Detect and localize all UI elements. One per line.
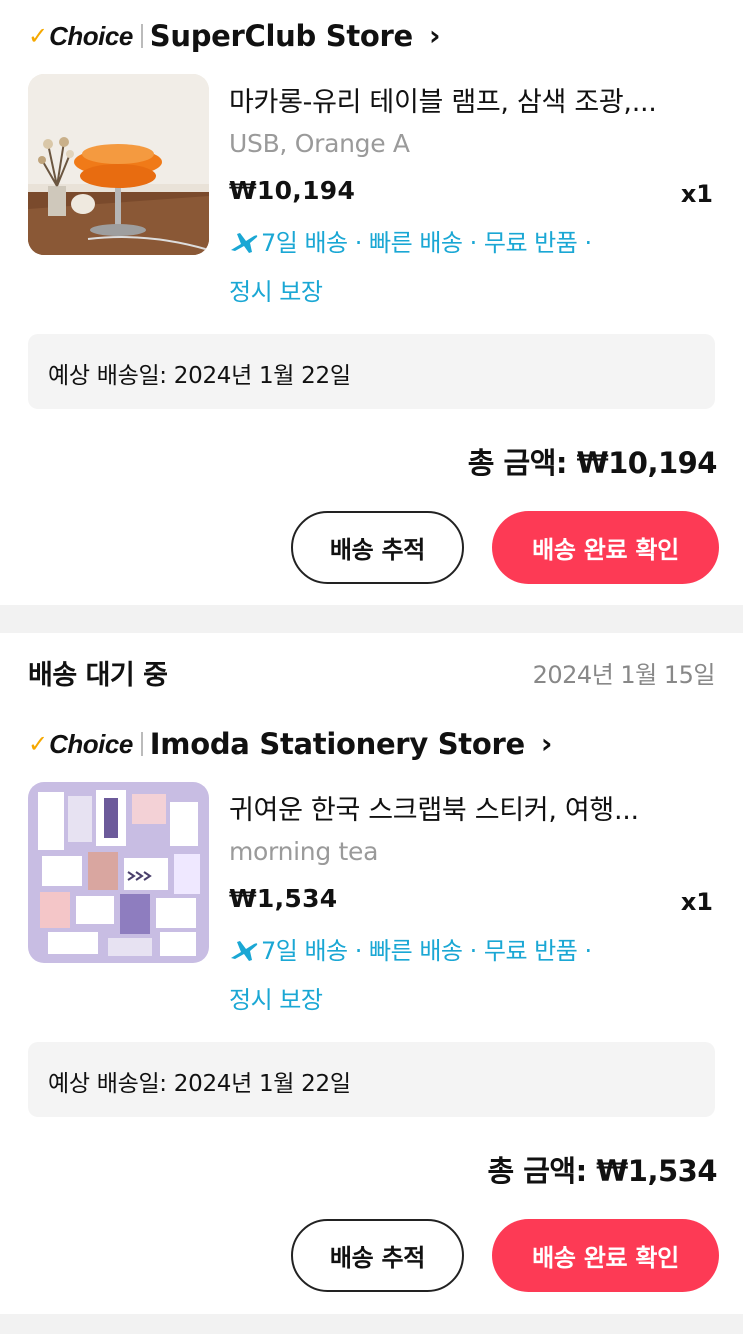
lamp-product-image bbox=[28, 74, 209, 255]
product-quantity: x1 bbox=[680, 180, 713, 208]
product-image[interactable] bbox=[28, 782, 209, 963]
choice-badge: ✓ Choice bbox=[28, 724, 133, 764]
product-title[interactable]: 마카롱-유리 테이블 램프, 삼색 조광,... bbox=[229, 80, 717, 119]
total-value: ₩10,194 bbox=[576, 446, 718, 480]
stickers-product-image bbox=[28, 782, 209, 963]
order-total: 총 금액: ₩1,534 bbox=[487, 1148, 717, 1190]
store-name: Imoda Stationery Store bbox=[149, 727, 525, 761]
total-label: 총 금액: bbox=[467, 446, 568, 480]
eta-box: 예상 배송일: 2024년 1월 22일 bbox=[28, 334, 715, 409]
total-label: 총 금액: bbox=[487, 1154, 587, 1188]
product-variant: morning tea bbox=[229, 837, 379, 866]
choice-label: Choice bbox=[49, 728, 133, 759]
order-card: 배송 대기 중 2024년 1월 15일 ✓ Choice Imoda Stat… bbox=[0, 633, 743, 1314]
divider bbox=[140, 732, 143, 756]
track-shipment-button[interactable]: 배송 추적 bbox=[291, 511, 464, 584]
shipping-text: 7일 배송 · 빠른 배송 · 무료 반품 · bbox=[261, 229, 592, 257]
eta-text: 예상 배송일: 2024년 1월 22일 bbox=[48, 1071, 351, 1097]
eta-text: 예상 배송일: 2024년 1월 22일 bbox=[48, 363, 351, 389]
choice-badge: ✓ Choice bbox=[28, 16, 133, 56]
airplane-icon bbox=[231, 940, 258, 961]
order-total: 총 금액: ₩10,194 bbox=[467, 440, 718, 482]
order-date: 2024년 1월 15일 bbox=[532, 661, 716, 689]
total-value: ₩1,534 bbox=[596, 1154, 717, 1188]
shipping-text: 7일 배송 · 빠른 배송 · 무료 반품 · bbox=[261, 937, 592, 965]
on-time-guarantee: 정시 보장 bbox=[229, 986, 323, 1014]
check-icon: ✓ bbox=[28, 22, 49, 50]
store-link[interactable]: ✓ Choice Imoda Stationery Store › bbox=[28, 724, 552, 764]
choice-label: Choice bbox=[49, 20, 133, 51]
product-price: ₩1,534 bbox=[229, 884, 338, 913]
order-status: 배송 대기 중 bbox=[28, 660, 168, 691]
product-quantity: x1 bbox=[680, 888, 713, 916]
order-header: 배송 대기 중 2024년 1월 15일 bbox=[28, 651, 716, 691]
product-variant: USB, Orange A bbox=[229, 129, 410, 158]
track-shipment-button[interactable]: 배송 추적 bbox=[291, 1219, 464, 1292]
chevron-right-icon: › bbox=[428, 19, 441, 52]
confirm-delivery-button[interactable]: 배송 완료 확인 bbox=[492, 511, 719, 584]
store-link[interactable]: ✓ Choice SuperClub Store › bbox=[28, 16, 440, 56]
product-price: ₩10,194 bbox=[229, 176, 356, 205]
confirm-delivery-button[interactable]: 배송 완료 확인 bbox=[492, 1219, 719, 1292]
divider bbox=[140, 24, 143, 48]
eta-box: 예상 배송일: 2024년 1월 22일 bbox=[28, 1042, 715, 1117]
check-icon: ✓ bbox=[28, 730, 49, 758]
product-title[interactable]: 귀여운 한국 스크랩북 스티커, 여행... bbox=[229, 788, 717, 827]
on-time-guarantee: 정시 보장 bbox=[229, 278, 323, 306]
shipping-info: 7일 배송 · 빠른 배송 · 무료 반품 · bbox=[229, 223, 592, 258]
airplane-icon bbox=[231, 232, 258, 253]
chevron-right-icon: › bbox=[540, 727, 553, 760]
store-name: SuperClub Store bbox=[149, 19, 413, 53]
product-image[interactable] bbox=[28, 74, 209, 255]
order-card: ✓ Choice SuperClub Store › 마카롱-유리 테이블 램프… bbox=[0, 0, 743, 605]
shipping-info: 7일 배송 · 빠른 배송 · 무료 반품 · bbox=[229, 931, 592, 966]
